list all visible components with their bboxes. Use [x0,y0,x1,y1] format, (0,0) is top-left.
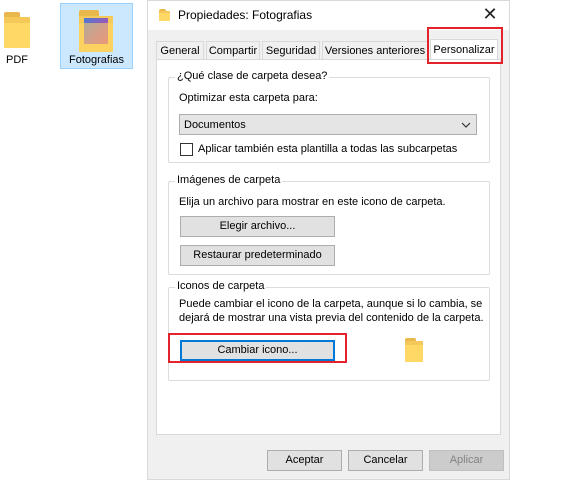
desktop-icon-label: Fotografias [68,54,125,66]
properties-dialog: Propiedades: Fotografias ✕ General Compa… [147,0,510,480]
restore-default-button[interactable]: Restaurar predeterminado [180,245,335,266]
close-icon[interactable]: ✕ [479,3,501,25]
apply-subfolders-checkbox[interactable] [180,143,193,156]
photo-folder-icon [79,10,113,52]
cancel-button[interactable]: Cancelar [348,450,423,471]
chevron-down-icon [461,122,471,128]
apply-subfolders-label: Aplicar también esta plantilla a todas l… [198,143,458,155]
choose-file-button[interactable]: Elegir archivo... [180,216,335,237]
highlight-personalizar-tab [427,27,503,64]
tab-compartir[interactable]: Compartir [206,41,260,59]
apply-button[interactable]: Aplicar [429,450,504,471]
folder-icon [4,12,30,48]
dialog-title: Propiedades: Fotografias [178,8,313,22]
folder-type-selected-value: Documentos [184,119,246,131]
tab-seguridad[interactable]: Seguridad [262,41,320,59]
title-bar: Propiedades: Fotografias ✕ [148,1,509,30]
accept-button[interactable]: Aceptar [267,450,342,471]
optimize-label: Optimizar esta carpeta para: [179,92,318,104]
group-folder-pictures: Imágenes de carpeta Elija un archivo par… [168,174,490,275]
folder-type-select[interactable]: Documentos [179,114,477,135]
tab-versiones-anteriores[interactable]: Versiones anteriores [322,41,428,59]
highlight-change-icon-button [168,333,347,363]
group-title: ¿Qué clase de carpeta desea? [175,70,330,82]
tab-general[interactable]: General [156,41,204,59]
folder-icons-description-line1: Puede cambiar el icono de la carpeta, au… [179,298,483,310]
group-folder-type: ¿Qué clase de carpeta desea? Optimizar e… [168,70,490,163]
desktop-icon-label: PDF [6,54,28,66]
folder-pictures-description: Elija un archivo para mostrar en este ic… [179,196,446,208]
folder-preview-icon [405,338,423,362]
group-title: Iconos de carpeta [175,280,267,292]
folder-icons-description-line2: dejará de mostrar una vista previa del c… [179,312,484,324]
tab-panel-personalizar: ¿Qué clase de carpeta desea? Optimizar e… [156,59,501,435]
folder-icon [159,9,170,21]
desktop-icon-fotografias[interactable]: Fotografias [60,3,133,69]
group-title: Imágenes de carpeta [175,174,283,186]
